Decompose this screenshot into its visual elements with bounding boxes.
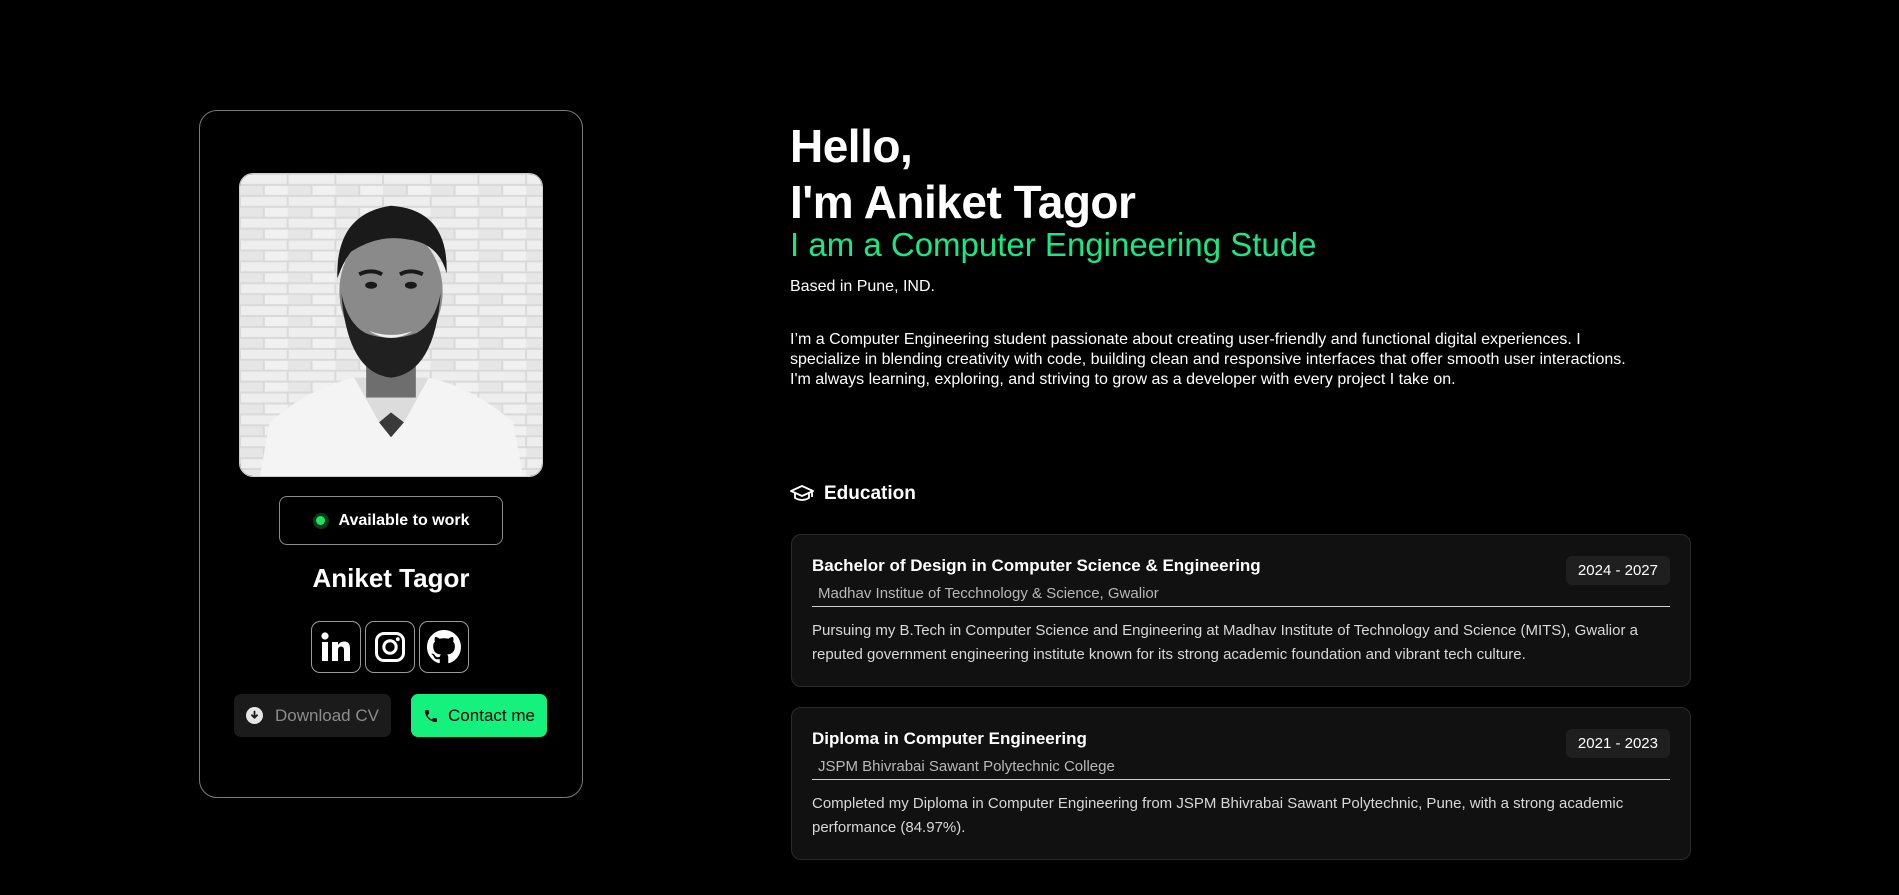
linkedin-button[interactable]	[311, 621, 361, 673]
degree-title: Bachelor of Design in Computer Science &…	[812, 556, 1261, 575]
contact-me-label: Contact me	[448, 705, 535, 725]
years-badge: 2024 - 2027	[1565, 556, 1670, 585]
download-cv-label: Download CV	[275, 705, 379, 725]
portrait-image	[240, 174, 542, 476]
bio-paragraph: I’m a Computer Engineering student passi…	[790, 331, 1626, 388]
instagram-icon	[375, 632, 405, 662]
hero-greeting: Hello,	[790, 120, 913, 172]
contact-me-button[interactable]: Contact me	[411, 694, 547, 737]
social-links	[311, 621, 469, 673]
download-icon	[246, 707, 264, 724]
education-card: Diploma in Computer Engineering 2021 - 2…	[791, 707, 1691, 860]
phone-icon	[425, 709, 438, 722]
portfolio-page: Available to work Aniket Tagor Download …	[0, 0, 1899, 895]
profile-card: Available to work Aniket Tagor Download …	[199, 110, 583, 798]
institution-name: Madhav Institue of Tecchnology & Science…	[818, 585, 1159, 602]
hero-heading: Hello, I'm Aniket Tagor	[790, 118, 1136, 230]
download-cv-button[interactable]: Download CV	[234, 694, 391, 737]
education-description: Completed my Diploma in Computer Enginee…	[812, 795, 1624, 836]
profile-name: Aniket Tagor	[312, 563, 470, 593]
github-button[interactable]	[419, 621, 469, 673]
education-heading-label: Education	[824, 483, 916, 504]
instagram-button[interactable]	[365, 621, 415, 673]
hero-tagline: I am a Computer Engineering Stude	[790, 226, 1317, 263]
availability-badge: Available to work	[279, 496, 503, 545]
graduation-cap-icon	[790, 485, 814, 501]
divider	[812, 779, 1670, 780]
status-dot-icon	[312, 512, 329, 529]
education-description: Pursuing my B.Tech in Computer Science a…	[812, 622, 1638, 663]
location-text: Based in Pune, IND.	[790, 278, 935, 295]
hero-intro: I'm Aniket Tagor	[790, 176, 1136, 228]
linkedin-icon	[321, 632, 350, 661]
years-badge: 2021 - 2023	[1565, 729, 1670, 758]
divider	[812, 606, 1670, 607]
availability-label: Available to work	[338, 511, 470, 529]
education-heading: Education	[790, 483, 916, 505]
profile-photo	[239, 173, 543, 477]
institution-name: JSPM Bhivrabai Sawant Polytechnic Colleg…	[818, 758, 1115, 775]
degree-title: Diploma in Computer Engineering	[812, 729, 1087, 748]
education-card: Bachelor of Design in Computer Science &…	[791, 534, 1691, 687]
github-icon	[427, 630, 461, 664]
